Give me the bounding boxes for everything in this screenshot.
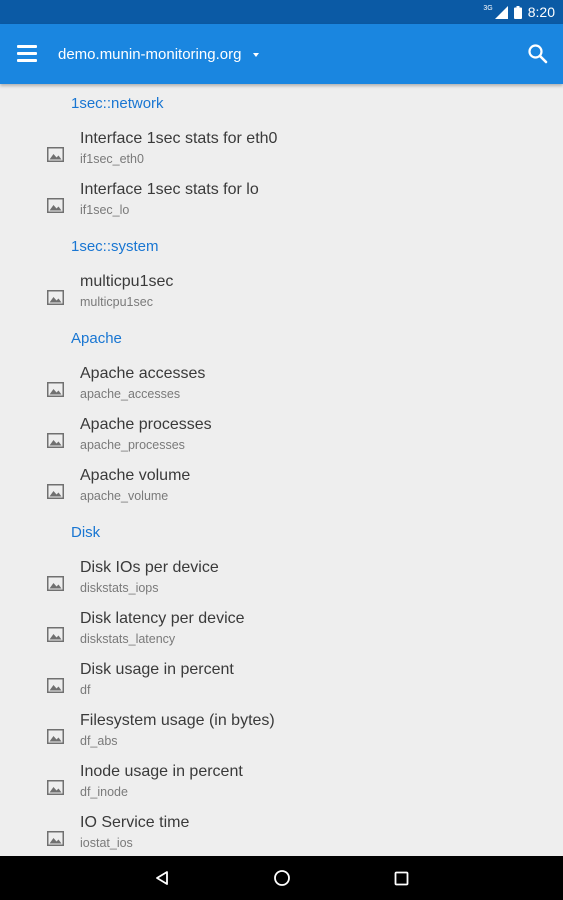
back-button[interactable] [137, 856, 187, 900]
home-button[interactable] [257, 856, 307, 900]
item-title: IO Service time [80, 814, 190, 831]
recents-icon [394, 871, 408, 885]
signal-icon [494, 5, 508, 19]
list-item[interactable]: Inode usage in percent df_inode [0, 761, 563, 811]
item-title: Disk usage in percent [80, 661, 234, 678]
item-subtitle: df_abs [80, 734, 118, 748]
item-subtitle: apache_accesses [80, 387, 181, 401]
recents-button[interactable] [376, 856, 426, 900]
list-item[interactable]: Disk IOs per device diskstats_iops [0, 557, 563, 607]
image-icon [47, 198, 64, 213]
host-label: demo.munin-monitoring.org [58, 45, 242, 63]
section-header: Apache [71, 330, 122, 347]
item-subtitle: diskstats_iops [80, 581, 159, 595]
list-item[interactable]: multicpu1sec multicpu1sec [0, 271, 563, 321]
graph-list: 1sec::networkInterface 1sec stats for et… [0, 84, 563, 856]
screen: 3G 8:20 demo.munin-monitoring.org 1sec::… [0, 0, 563, 900]
home-icon [274, 870, 290, 886]
item-subtitle: df_inode [80, 785, 128, 799]
image-icon [47, 780, 64, 795]
item-subtitle: if1sec_eth0 [80, 152, 144, 166]
section-header: Disk [71, 524, 101, 541]
image-icon [47, 831, 64, 846]
item-subtitle: diskstats_latency [80, 632, 176, 646]
back-icon [156, 871, 168, 885]
network-type: 3G [483, 4, 493, 12]
image-icon [47, 290, 64, 305]
item-title: Apache volume [80, 467, 191, 484]
item-title: Apache accesses [80, 365, 206, 382]
image-icon [47, 484, 64, 499]
item-subtitle: apache_volume [80, 489, 169, 503]
image-icon [47, 678, 64, 693]
image-icon [47, 576, 64, 591]
list-item[interactable]: Disk usage in percent df [0, 659, 563, 709]
item-subtitle: apache_processes [80, 438, 185, 452]
list-item[interactable]: Interface 1sec stats for eth0 if1sec_eth0 [0, 128, 563, 178]
section-header: 1sec::network [71, 95, 164, 112]
menu-icon[interactable] [17, 45, 37, 62]
app-bar: demo.munin-monitoring.org [0, 24, 563, 84]
section-header: 1sec::system [71, 238, 159, 255]
item-subtitle: multicpu1sec [80, 295, 153, 309]
item-title: Disk latency per device [80, 610, 245, 627]
item-subtitle: df [80, 683, 91, 697]
status-bar: 3G 8:20 [0, 0, 563, 24]
item-title: Interface 1sec stats for eth0 [80, 130, 278, 147]
list-item[interactable]: Interface 1sec stats for lo if1sec_lo [0, 179, 563, 229]
list-item[interactable]: IO Service time iostat_ios [0, 812, 563, 856]
list-item[interactable]: Apache volume apache_volume [0, 465, 563, 515]
list-item[interactable]: Apache processes apache_processes [0, 414, 563, 464]
item-title: Interface 1sec stats for lo [80, 181, 259, 198]
item-title: multicpu1sec [80, 273, 174, 290]
item-subtitle: iostat_ios [80, 836, 133, 850]
chevron-down-icon [253, 52, 260, 57]
item-title: Disk IOs per device [80, 559, 219, 576]
list-item[interactable]: Filesystem usage (in bytes) df_abs [0, 710, 563, 760]
image-icon [47, 433, 64, 448]
status-icons: 3G 8:20 [483, 0, 555, 24]
item-title: Filesystem usage (in bytes) [80, 712, 275, 729]
clock: 8:20 [527, 4, 555, 20]
image-icon [47, 627, 64, 642]
image-icon [47, 147, 64, 162]
host-dropdown[interactable]: demo.munin-monitoring.org [58, 24, 260, 84]
navigation-bar [0, 856, 563, 900]
search-icon[interactable] [527, 43, 549, 65]
list-item[interactable]: Disk latency per device diskstats_latency [0, 608, 563, 658]
item-title: Apache processes [80, 416, 212, 433]
list-item[interactable]: Apache accesses apache_accesses [0, 363, 563, 413]
image-icon [47, 729, 64, 744]
image-icon [47, 382, 64, 397]
item-subtitle: if1sec_lo [80, 203, 130, 217]
item-title: Inode usage in percent [80, 763, 243, 780]
battery-icon [513, 5, 522, 19]
